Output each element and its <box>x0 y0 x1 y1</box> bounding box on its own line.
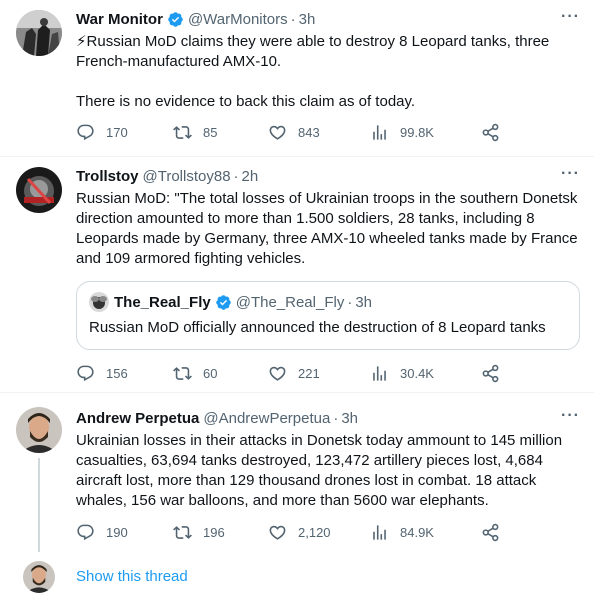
thread-author-avatar[interactable] <box>23 561 55 593</box>
tweet-text-line: ⚡Russian MoD claims they were able to de… <box>76 33 550 70</box>
views-count: 99.8K <box>400 124 434 140</box>
like-button[interactable]: 2,120 <box>268 523 331 542</box>
verified-badge-icon <box>168 11 183 27</box>
quoted-text: Russian MoD officially announced the des… <box>89 319 546 336</box>
like-count: 2,120 <box>298 524 331 540</box>
views-button[interactable]: 84.9K <box>370 523 434 542</box>
share-icon <box>482 123 499 141</box>
share-icon <box>482 364 499 382</box>
separator-dot: · <box>347 293 353 311</box>
retweet-count: 60 <box>203 365 218 381</box>
timestamp[interactable]: 3h <box>341 410 358 427</box>
handle[interactable]: @WarMonitors <box>188 11 288 28</box>
handle[interactable]: @AndrewPerpetua <box>203 410 330 427</box>
reply-count: 156 <box>106 365 128 381</box>
separator-dot: · <box>333 409 339 427</box>
display-name[interactable]: Trollstoy <box>76 168 139 185</box>
tweet-actions: 190 196 2,120 84.9K <box>76 522 516 542</box>
quoted-handle[interactable]: @The_Real_Fly <box>236 294 345 311</box>
tweet-text-line: There is no evidence to back this claim … <box>76 93 416 110</box>
tweet-text: Russian MoD: "The total losses of Ukrain… <box>76 190 578 267</box>
handle[interactable]: @Trollstoy88 <box>143 168 231 185</box>
more-options-icon[interactable]: ··· <box>561 408 580 424</box>
timestamp[interactable]: 2h <box>242 168 259 185</box>
like-count: 221 <box>298 365 320 381</box>
thread-connector-line <box>38 458 40 552</box>
tweet[interactable]: War Monitor @WarMonitors · 3h ··· ⚡Russi… <box>0 0 594 157</box>
share-icon <box>482 523 499 541</box>
retweet-button[interactable]: 85 <box>173 123 217 142</box>
tweet-text: ⚡Russian MoD claims they were able to de… <box>76 32 580 112</box>
views-chart-icon <box>373 365 386 381</box>
heart-icon <box>269 125 286 140</box>
more-options-icon[interactable]: ··· <box>561 9 580 25</box>
display-name[interactable]: War Monitor <box>76 11 163 28</box>
like-count: 843 <box>298 124 320 140</box>
retweet-count: 85 <box>203 124 218 140</box>
like-button[interactable]: 843 <box>268 123 320 142</box>
separator-dot: · <box>290 10 296 28</box>
tweet[interactable]: Trollstoy @Trollstoy88 · 2h ··· Russian … <box>0 157 594 393</box>
tweet-actions: 156 60 221 30.4K <box>76 363 516 383</box>
reply-count: 170 <box>106 124 128 140</box>
quoted-timestamp[interactable]: 3h <box>355 294 372 311</box>
reply-count: 190 <box>106 524 128 540</box>
reply-button[interactable]: 156 <box>76 364 128 383</box>
views-count: 84.9K <box>400 524 434 540</box>
more-options-icon[interactable]: ··· <box>561 166 580 182</box>
quoted-tweet[interactable]: The_Real_Fly @The_Real_Fly · 3h Russian … <box>76 281 580 350</box>
share-button[interactable] <box>481 123 500 142</box>
share-button[interactable] <box>481 523 500 542</box>
share-button[interactable] <box>481 364 500 383</box>
tweet-text: Ukrainian losses in their attacks in Don… <box>76 432 563 509</box>
reply-icon <box>77 365 94 381</box>
retweet-icon <box>173 525 192 539</box>
views-chart-icon <box>373 524 386 540</box>
tweet-actions: 170 85 843 99.8K <box>76 122 516 142</box>
tweet[interactable]: Andrew Perpetua @AndrewPerpetua · 3h ···… <box>0 393 594 599</box>
avatar[interactable] <box>16 167 62 213</box>
views-count: 30.4K <box>400 365 434 381</box>
reply-icon <box>77 524 94 540</box>
retweet-button[interactable]: 196 <box>173 523 225 542</box>
retweet-count: 196 <box>203 524 225 540</box>
avatar[interactable] <box>16 407 62 453</box>
views-button[interactable]: 99.8K <box>370 123 434 142</box>
retweet-icon <box>173 366 192 380</box>
display-name[interactable]: Andrew Perpetua <box>76 410 199 427</box>
reply-button[interactable]: 170 <box>76 123 128 142</box>
avatar[interactable] <box>16 10 62 56</box>
like-button[interactable]: 221 <box>268 364 320 383</box>
retweet-button[interactable]: 60 <box>173 364 217 383</box>
verified-badge-icon <box>215 294 231 310</box>
views-chart-icon <box>373 124 386 140</box>
heart-icon <box>269 366 286 381</box>
views-button[interactable]: 30.4K <box>370 364 434 383</box>
quoted-avatar <box>89 292 109 312</box>
reply-button[interactable]: 190 <box>76 523 128 542</box>
show-thread-link[interactable]: Show this thread <box>76 568 188 585</box>
heart-icon <box>269 525 286 540</box>
separator-dot: · <box>233 167 239 185</box>
quoted-display-name[interactable]: The_Real_Fly <box>114 294 211 311</box>
retweet-icon <box>173 125 192 139</box>
reply-icon <box>77 124 94 140</box>
timestamp[interactable]: 3h <box>299 11 316 28</box>
